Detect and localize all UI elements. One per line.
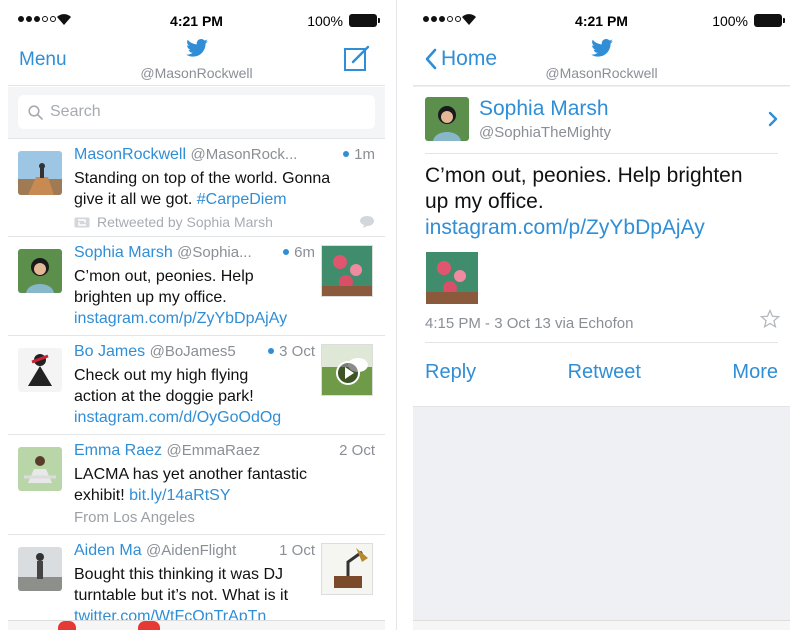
avatar[interactable] (425, 97, 469, 141)
tweet-list: MasonRockwell @MasonRock... 1m Standing … (8, 139, 385, 627)
star-icon[interactable] (760, 309, 780, 329)
avatar[interactable] (18, 348, 62, 392)
battery-percent: 100% (307, 13, 343, 29)
photo-thumbnail[interactable] (426, 252, 478, 304)
tweet-header: MasonRockwell @MasonRock... 1m (74, 146, 375, 164)
action-bar: Reply Retweet More (425, 361, 778, 384)
avatar[interactable] (18, 151, 62, 195)
tab-bar (413, 620, 790, 630)
nav-bar: 4:21 PM 100% Home @MasonRockwell (413, 0, 790, 86)
nav-account-handle: @MasonRockwell (545, 65, 658, 81)
divider (396, 0, 397, 630)
hashtag-link[interactable]: #CarpeDiem (197, 191, 287, 208)
tweet-time: 1m (343, 146, 375, 163)
search-bar: Search (8, 87, 385, 139)
search-input[interactable]: Search (18, 95, 375, 129)
tweet-text: C’mon out, peonies. Help brighten up my … (74, 268, 288, 329)
avatar[interactable] (18, 447, 62, 491)
more-button[interactable]: More (732, 361, 778, 384)
tweet-time: 3 Oct (268, 343, 315, 360)
tweet-detail: Sophia Marsh @SophiaTheMighty C’mon out,… (413, 87, 790, 407)
tab-bar (8, 620, 385, 630)
tweet-author-handle: @Sophia... (177, 244, 252, 261)
nav-account-handle: @MasonRockwell (140, 65, 253, 81)
notification-badge (58, 621, 76, 630)
tweet-text: LACMA has yet another fantastic exhibit!… (74, 466, 308, 504)
timeline-screen: 4:21 PM 100% Menu @MasonRockwell Search (8, 0, 385, 630)
tweet-row[interactable]: Emma Raez @EmmaRaez 2 Oct LACMA has yet … (8, 435, 385, 535)
tweet-author-handle: @BoJames5 (149, 343, 236, 360)
photo-thumbnail[interactable] (321, 245, 373, 297)
avatar[interactable] (18, 249, 62, 293)
video-thumbnail[interactable] (321, 344, 373, 396)
retweet-icon (74, 217, 90, 227)
tweet-author-name[interactable]: Aiden Ma (74, 542, 142, 559)
status-bar: 4:21 PM 100% (8, 0, 385, 44)
tweet-author-handle: @MasonRock... (190, 146, 298, 163)
compose-icon[interactable] (343, 44, 371, 72)
search-placeholder: Search (50, 103, 101, 120)
author-name[interactable]: Sophia Marsh (479, 97, 609, 121)
unread-dot (268, 348, 275, 354)
tweet-author-name[interactable]: Bo James (74, 343, 145, 360)
twitter-bird-icon (590, 39, 613, 57)
tweet-author-name[interactable]: MasonRockwell (74, 146, 186, 163)
tweet-header: Aiden Ma @AidenFlight 1 Oct (74, 542, 315, 560)
notification-badge (138, 621, 160, 630)
chevron-right-icon[interactable] (768, 111, 778, 127)
tweet-text: Standing on top of the world. Gonna give… (74, 170, 331, 208)
battery-icon (349, 14, 380, 27)
tweet-row[interactable]: MasonRockwell @MasonRock... 1m Standing … (8, 139, 385, 237)
tweet-text: C’mon out, peonies. Help brighten up my … (425, 163, 770, 241)
retweet-button[interactable]: Retweet (568, 361, 641, 384)
author-handle: @SophiaTheMighty (479, 124, 611, 141)
tweet-link[interactable]: instagram.com/p/ZyYbDpAjAy (425, 215, 770, 241)
tweet-header: Bo James @BoJames5 3 Oct (74, 343, 315, 361)
tweet-author-handle: @EmmaRaez (166, 442, 261, 459)
tweet-row[interactable]: Aiden Ma @AidenFlight 1 Oct Bought this … (8, 535, 385, 627)
avatar[interactable] (18, 547, 62, 591)
tweet-location: From Los Angeles (74, 509, 195, 526)
battery-percent: 100% (712, 13, 748, 29)
tweet-header: Emma Raez @EmmaRaez 2 Oct (74, 442, 375, 460)
tweet-link[interactable]: bit.ly/14aRtSY (129, 487, 230, 504)
tweet-text: Bought this thinking it was DJ turntable… (74, 566, 289, 625)
nav-bar: 4:21 PM 100% Menu @MasonRockwell (8, 0, 385, 86)
tweet-link[interactable]: instagram.com/d/OyGoOdOg (74, 407, 281, 428)
tweet-text: Check out my high flying action at the d… (74, 367, 282, 428)
twitter-bird-icon (185, 39, 208, 57)
tweet-time: 6m (283, 244, 315, 261)
tweet-link[interactable]: instagram.com/p/ZyYbDpAjAy (74, 308, 287, 329)
tweet-author-name[interactable]: Emma Raez (74, 442, 162, 459)
tweet-row[interactable]: Sophia Marsh @Sophia... 6m C’mon out, pe… (8, 237, 385, 336)
search-icon (28, 104, 43, 120)
reply-bubble-icon (360, 216, 374, 228)
tweet-meta: 4:15 PM - 3 Oct 13 via Echofon (425, 315, 634, 332)
tweet-header: Sophia Marsh @Sophia... 6m (74, 244, 315, 262)
separator (425, 342, 778, 343)
status-bar: 4:21 PM 100% (413, 0, 790, 44)
tweet-row[interactable]: Bo James @BoJames5 3 Oct Check out my hi… (8, 336, 385, 435)
reply-button[interactable]: Reply (425, 361, 476, 384)
tweet-time: 1 Oct (279, 542, 315, 559)
tweet-author-handle: @AidenFlight (146, 542, 237, 559)
tweet-time: 2 Oct (339, 442, 375, 459)
tweet-detail-screen: 4:21 PM 100% Home @MasonRockwell Sophia … (413, 0, 790, 630)
battery-icon (754, 14, 785, 27)
photo-thumbnail[interactable] (321, 543, 373, 595)
tweet-author-name[interactable]: Sophia Marsh (74, 244, 173, 261)
separator (425, 153, 778, 154)
unread-dot (343, 151, 350, 157)
unread-dot (283, 249, 290, 255)
retweeted-by: Retweeted by Sophia Marsh (74, 214, 273, 230)
